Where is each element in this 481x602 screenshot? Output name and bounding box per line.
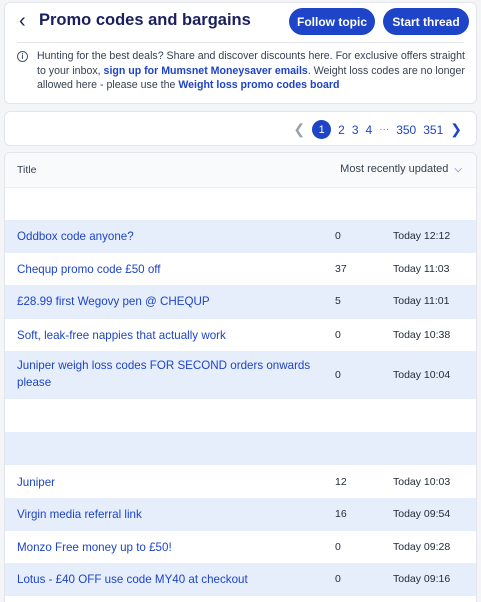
reply-count: 0 (335, 541, 341, 553)
reply-count: 5 (335, 295, 341, 307)
thread-title-link[interactable]: Soft, leak-free nappies that actually wo… (17, 327, 317, 344)
page-link[interactable]: 2 (338, 123, 345, 137)
table-row[interactable]: Monzo Free money up to £50! 0 Today 09:2… (5, 531, 476, 563)
column-title-header: Title (17, 164, 37, 176)
moneysaver-signup-link[interactable]: sign up for Mumsnet Moneysaver emails (104, 65, 308, 77)
updated-time: Today 09:54 (393, 508, 451, 520)
updated-time: Today 10:03 (393, 476, 451, 488)
chevron-down-icon: ⌵ (454, 163, 462, 175)
page-title: Promo codes and bargains (39, 11, 251, 29)
thread-title-link[interactable]: £28.99 first Wegovy pen @ CHEQUP (17, 293, 317, 310)
thread-title-link[interactable]: Juniper (17, 474, 317, 491)
pagination: ❮ 1 2 3 4 ··· 350 351 ❯ (293, 120, 462, 139)
updated-time: Today 12:12 (393, 230, 451, 242)
page-link[interactable]: 351 (423, 123, 443, 137)
sort-dropdown[interactable]: Most recently updated ⌵ (340, 163, 462, 175)
table-row[interactable]: Juniper weigh loss codes FOR SECOND orde… (5, 351, 476, 399)
sort-label: Most recently updated (340, 163, 449, 175)
table-row[interactable]: Lotus - £40 OFF use code MY40 at checkou… (5, 563, 476, 596)
reply-count: 37 (335, 263, 347, 275)
thread-title-link[interactable]: Monzo Free money up to £50! (17, 539, 317, 556)
page-link[interactable]: 3 (352, 123, 359, 137)
follow-topic-button[interactable]: Follow topic (289, 8, 375, 35)
thread-title-link[interactable]: Virgin media referral link (17, 506, 317, 523)
reply-count: 12 (335, 476, 347, 488)
chevron-left-icon[interactable]: ‹ (19, 11, 31, 31)
page-link-current[interactable]: 1 (312, 120, 332, 139)
table-row[interactable]: £28.99 first Wegovy pen @ CHEQUP 5 Today… (5, 285, 476, 319)
updated-time: Today 11:03 (393, 263, 450, 275)
table-row[interactable]: Oddbox code anyone? 0 Today 12:12 (5, 220, 476, 253)
updated-time: Today 09:16 (393, 573, 451, 585)
info-banner: Hunting for the best deals? Share and di… (37, 49, 469, 93)
weight-loss-board-link[interactable]: Weight loss promo codes board (178, 79, 339, 91)
reply-count: 16 (335, 508, 347, 520)
spacer-row (5, 399, 476, 432)
updated-time: Today 10:38 (393, 329, 451, 341)
thread-title-link[interactable]: Chequp promo code £50 off (17, 261, 317, 278)
thread-title-link[interactable]: Juniper weigh loss codes FOR SECOND orde… (17, 357, 317, 391)
thread-title-link[interactable]: Oddbox code anyone? (17, 228, 317, 245)
start-thread-button[interactable]: Start thread (383, 8, 469, 35)
chevron-right-icon[interactable]: ❯ (450, 121, 462, 138)
table-row[interactable]: Soft, leak-free nappies that actually wo… (5, 319, 476, 351)
updated-time: Today 11:01 (393, 295, 450, 307)
table-row[interactable]: Virgin media referral link 16 Today 09:5… (5, 498, 476, 531)
thread-table: Title Most recently updated ⌵ Oddbox cod… (4, 152, 477, 602)
table-row[interactable]: Juniper 12 Today 10:03 (5, 465, 476, 498)
pagination-bar: ❮ 1 2 3 4 ··· 350 351 ❯ (4, 111, 477, 146)
updated-time: Today 09:28 (393, 541, 451, 553)
reply-count: 0 (335, 230, 341, 242)
title-row: ‹ Promo codes and bargains Follow topic … (5, 3, 476, 41)
table-row[interactable]: Chequp promo code £50 off 37 Today 11:03 (5, 253, 476, 285)
page-link[interactable]: 350 (396, 123, 416, 137)
topic-header: ‹ Promo codes and bargains Follow topic … (4, 2, 477, 104)
info-icon: i (17, 51, 28, 62)
page-link[interactable]: 4 (366, 123, 373, 137)
reply-count: 0 (335, 329, 341, 341)
reply-count: 0 (335, 573, 341, 585)
reply-count: 0 (335, 369, 341, 381)
spacer-row (5, 432, 476, 465)
divider (17, 42, 464, 43)
spacer-row (5, 187, 476, 220)
table-header: Title Most recently updated ⌵ (5, 153, 476, 188)
updated-time: Today 10:04 (393, 369, 451, 381)
thread-title-link[interactable]: Lotus - £40 OFF use code MY40 at checkou… (17, 571, 317, 588)
pagination-ellipsis: ··· (379, 124, 390, 135)
chevron-left-icon[interactable]: ❮ (293, 121, 305, 138)
